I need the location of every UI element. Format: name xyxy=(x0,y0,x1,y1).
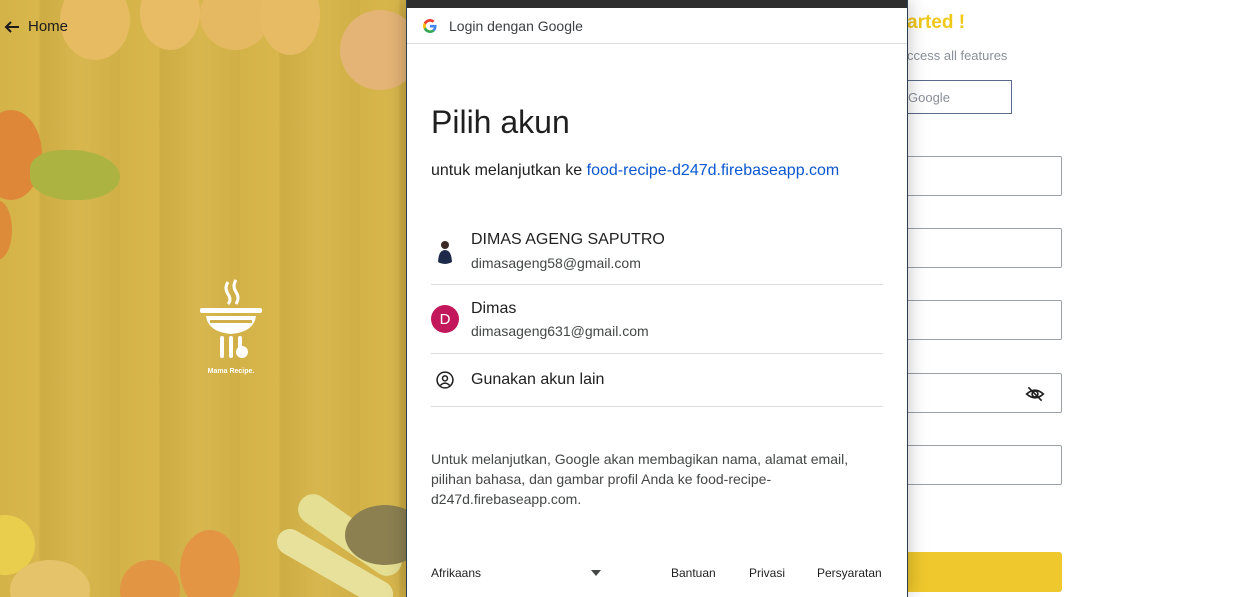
avatar: D xyxy=(431,305,459,333)
window-titlebar xyxy=(407,0,907,8)
google-login-label: Google xyxy=(908,89,950,105)
use-another-account-button[interactable]: Gunakan akun lain xyxy=(431,354,883,407)
avatar xyxy=(431,236,459,264)
terms-link[interactable]: Persyaratan xyxy=(817,566,882,580)
popup-header: Login dengan Google xyxy=(407,8,907,44)
hero-image-panel: Home Mama Recipe. xyxy=(0,0,410,597)
google-login-button[interactable]: Google xyxy=(897,80,1012,114)
caret-down-icon xyxy=(591,570,601,576)
help-link[interactable]: Bantuan xyxy=(671,566,716,580)
account-email: dimasageng58@gmail.com xyxy=(471,255,641,271)
google-account-chooser: Login dengan Google Pilih akun untuk mel… xyxy=(406,0,908,597)
home-link[interactable]: Home xyxy=(4,18,68,35)
popup-header-title: Login dengan Google xyxy=(449,17,583,34)
page-title: Pilih akun xyxy=(431,104,570,140)
continue-to-text: untuk melanjutkan ke food-recipe-d247d.f… xyxy=(431,162,839,180)
account-item[interactable]: D Dimas dimasageng631@gmail.com xyxy=(431,285,883,354)
popup-footer: Afrikaans Bantuan Privasi Persyaratan xyxy=(431,566,883,586)
brand-name: Mama Recipe. xyxy=(207,368,255,375)
language-select-value: Afrikaans xyxy=(431,566,482,580)
language-select[interactable]: Afrikaans xyxy=(431,566,601,580)
privacy-link[interactable]: Privasi xyxy=(749,566,785,580)
account-item[interactable]: DIMAS AGENG SAPUTRO dimasageng58@gmail.c… xyxy=(431,216,883,285)
register-form-panel: arted ! ccess all features Google xyxy=(897,0,1259,597)
arrow-left-icon xyxy=(4,20,19,33)
use-another-account-label: Gunakan akun lain xyxy=(471,371,605,388)
account-name: DIMAS AGENG SAPUTRO xyxy=(471,231,665,248)
confirm-password-field[interactable] xyxy=(897,445,1062,485)
google-g-icon xyxy=(423,18,437,33)
grill-icon xyxy=(200,279,262,358)
eye-off-icon[interactable] xyxy=(1025,384,1045,404)
brand-logo: Mama Recipe. xyxy=(190,278,272,375)
continue-prefix: untuk melanjutkan ke xyxy=(431,162,583,179)
phone-field[interactable] xyxy=(897,300,1062,340)
register-button[interactable] xyxy=(897,552,1062,592)
name-field[interactable] xyxy=(897,156,1062,196)
account-circle-icon xyxy=(436,371,454,389)
form-subtitle: ccess all features xyxy=(907,48,1008,63)
form-title: arted ! xyxy=(907,12,966,33)
account-email: dimasageng631@gmail.com xyxy=(471,323,649,339)
privacy-disclaimer: Untuk melanjutkan, Google akan membagika… xyxy=(431,451,849,507)
app-domain-link[interactable]: food-recipe-d247d.firebaseapp.com xyxy=(587,162,840,179)
home-link-label: Home xyxy=(28,18,69,35)
password-field[interactable] xyxy=(897,373,1062,413)
email-field[interactable] xyxy=(897,228,1062,268)
user-photo-icon xyxy=(438,241,452,264)
account-name: Dimas xyxy=(471,300,517,317)
